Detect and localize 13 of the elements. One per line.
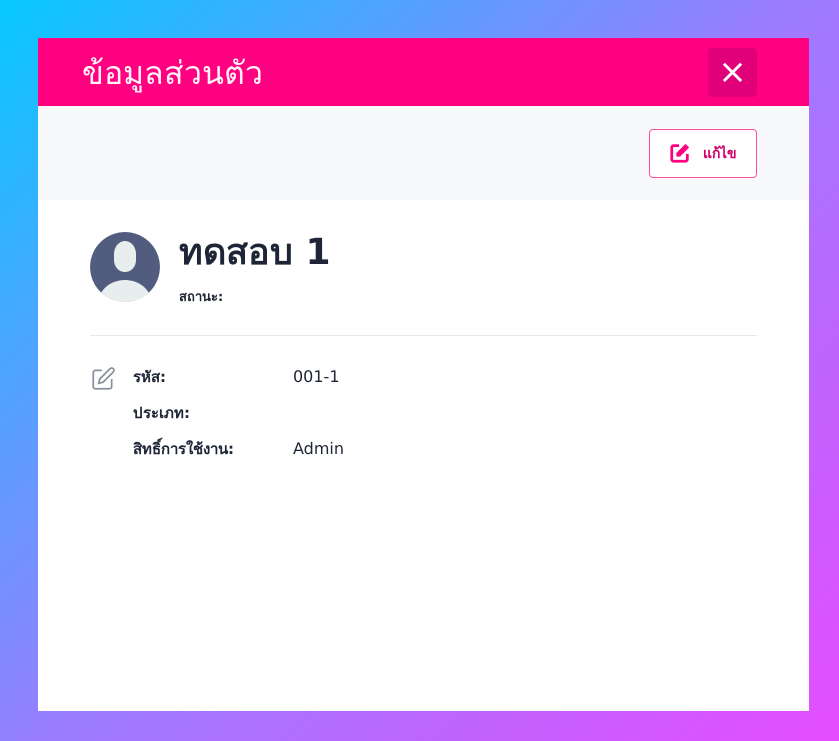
close-button[interactable]: × (708, 48, 757, 96)
edit-icon (669, 142, 691, 164)
profile-name: ทดสอบ 1 (179, 231, 331, 275)
edit-button[interactable]: แก้ไข (649, 128, 757, 178)
field-label: ประเภท: (133, 403, 191, 424)
avatar-icon (90, 232, 160, 302)
edit-icon (90, 366, 116, 392)
field-value: 001-1 (293, 366, 340, 388)
field-label: รหัส: (133, 367, 167, 388)
field-value: Admin (293, 438, 344, 460)
status-label: สถานะ: (179, 289, 224, 307)
field-label: สิทธิ์การใช้งาน: (133, 438, 293, 460)
modal-title: ข้อมูลส่วนตัว (82, 52, 263, 94)
